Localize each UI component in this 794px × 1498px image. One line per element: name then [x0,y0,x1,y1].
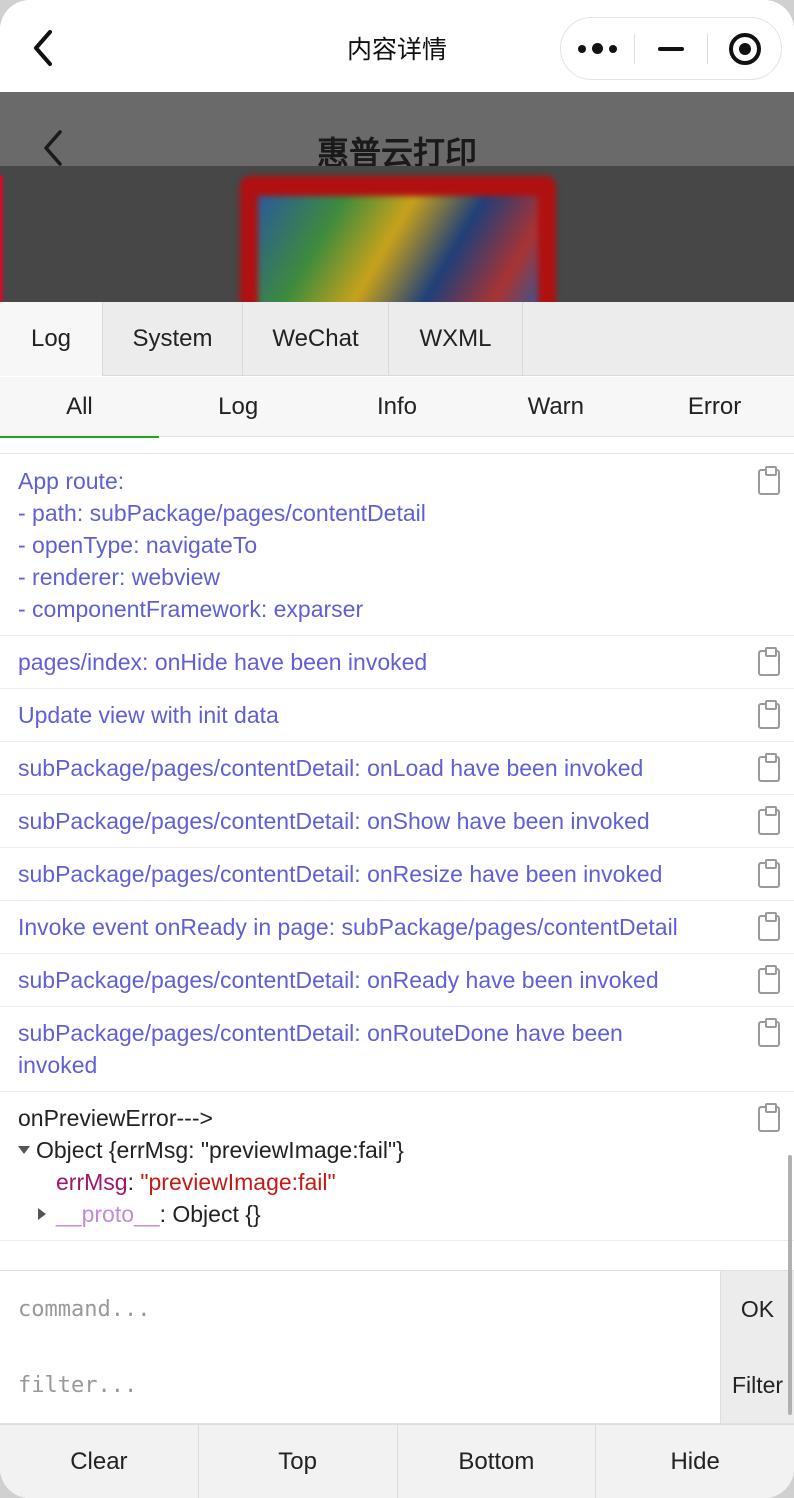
tab-system[interactable]: System [103,302,243,376]
proto-value: : Object {} [159,1201,261,1227]
log-line: - openType: navigateTo [18,532,258,558]
clipboard-icon[interactable] [758,647,780,676]
background-header: 惠普云打印 [0,92,794,172]
subtab-all[interactable]: All [0,377,159,438]
clipboard-icon[interactable] [758,806,780,835]
clipboard-icon[interactable] [758,753,780,782]
tab-log[interactable]: Log [0,302,103,376]
vconsole-tabs: Log System WeChat WXML [0,302,794,376]
object-summary: Object {errMsg: "previewImage:fail"} [36,1137,404,1163]
more-dots-icon [577,43,617,54]
caret-right-icon [38,1208,46,1220]
log-item: Invoke event onReady in page: subPackage… [0,901,794,954]
log-line: subPackage/pages/contentDetail: onRouteD… [18,1020,623,1046]
clipboard-icon[interactable] [758,700,780,729]
tab-wxml[interactable]: WXML [389,302,523,376]
subtab-error[interactable]: Error [635,377,794,437]
scrollbar[interactable] [788,1155,792,1415]
log-item-error-object: onPreviewError---> Object {errMsg: "prev… [0,1092,794,1241]
minimize-icon [657,46,684,51]
subtab-warn[interactable]: Warn [476,377,635,437]
filter-row: Filter [0,1347,794,1424]
log-line: Update view with init data [18,702,279,728]
minimize-button[interactable] [635,17,708,80]
filter-button[interactable]: Filter [720,1347,794,1423]
log-item: pages/index: onHide have been invoked [0,636,794,689]
clear-button[interactable]: Clear [0,1425,199,1498]
clipboard-icon[interactable] [758,466,780,495]
clipboard-icon[interactable] [758,1018,780,1047]
filter-input[interactable] [0,1347,720,1423]
property-key: errMsg [56,1169,128,1195]
log-entries: App route: - path: subPackage/pages/cont… [0,455,794,1241]
background-page: 惠普云打印 [0,92,794,302]
log-item: subPackage/pages/contentDetail: onResize… [0,848,794,901]
log-level-tabs: All Log Info Warn Error [0,377,794,438]
command-row: OK [0,1270,794,1347]
log-line: Invoke event onReady in page: subPackage… [18,914,678,940]
top-button[interactable]: Top [199,1425,398,1498]
more-button[interactable] [561,17,634,80]
log-item-cut-off [0,437,794,454]
phone-frame: 内容详情 惠普云打印 Log System WeChat WXML All Lo… [0,0,794,1498]
object-property: errMsg: "previewImage:fail" [18,1166,738,1198]
tab-wechat[interactable]: WeChat [243,302,389,376]
log-line: App route: [18,468,125,494]
log-list[interactable]: App route: - path: subPackage/pages/cont… [0,437,794,1269]
background-content [0,166,794,302]
object-toggle[interactable]: Object {errMsg: "previewImage:fail"} [18,1134,738,1166]
subtab-info[interactable]: Info [318,377,477,437]
hide-button[interactable]: Hide [596,1425,794,1498]
bottom-button[interactable]: Bottom [398,1425,597,1498]
clipboard-icon[interactable] [758,1103,780,1132]
target-icon [728,32,761,65]
ok-button[interactable]: OK [720,1271,794,1347]
log-item: App route: - path: subPackage/pages/cont… [0,455,794,636]
colon: : [127,1169,141,1195]
clipboard-icon[interactable] [758,859,780,888]
vconsole-panel: Log System WeChat WXML All Log Info Warn… [0,302,794,1498]
log-line: invoked [18,1052,98,1078]
banner-image [240,176,556,302]
log-item: subPackage/pages/contentDetail: onReady … [0,954,794,1007]
clipboard-icon[interactable] [758,965,780,994]
command-input[interactable] [0,1271,720,1347]
property-value: "previewImage:fail" [140,1169,336,1195]
navigation-bar: 内容详情 [0,0,794,92]
log-item: subPackage/pages/contentDetail: onLoad h… [0,742,794,795]
log-line: - renderer: webview [18,564,220,590]
log-item: subPackage/pages/contentDetail: onShow h… [0,795,794,848]
close-miniprogram-button[interactable] [708,17,781,80]
menu-capsule [560,17,782,80]
log-line: subPackage/pages/contentDetail: onResize… [18,861,663,887]
log-item: subPackage/pages/contentDetail: onRouteD… [0,1007,794,1092]
caret-down-icon [18,1146,30,1154]
log-line: subPackage/pages/contentDetail: onReady … [18,967,659,993]
log-line: - path: subPackage/pages/contentDetail [18,500,426,526]
log-line: subPackage/pages/contentDetail: onLoad h… [18,755,644,781]
vconsole-toolbar: Clear Top Bottom Hide [0,1424,794,1498]
clipboard-icon[interactable] [758,912,780,941]
log-item: Update view with init data [0,689,794,742]
log-line: onPreviewError---> [18,1105,213,1131]
subtab-log[interactable]: Log [159,377,318,437]
proto-key: __proto__ [56,1201,160,1227]
proto-toggle[interactable]: __proto__: Object {} [18,1198,738,1230]
log-line: - componentFramework: exparser [18,596,364,622]
log-line: pages/index: onHide have been invoked [18,649,428,675]
log-line: subPackage/pages/contentDetail: onShow h… [18,808,650,834]
